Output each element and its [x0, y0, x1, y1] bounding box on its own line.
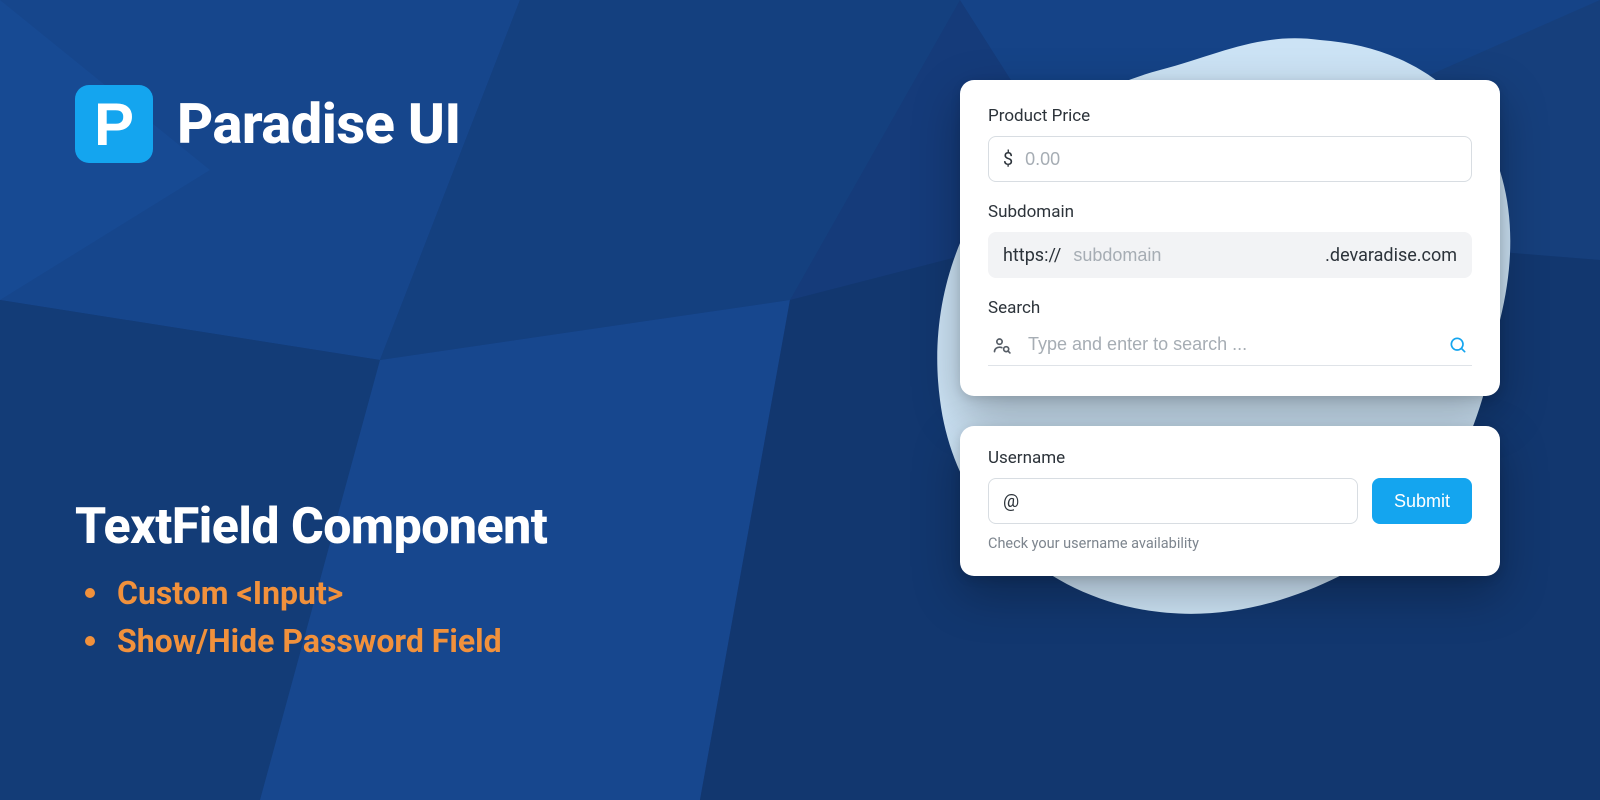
submit-button[interactable]: Submit [1372, 478, 1472, 524]
price-input[interactable] [1025, 137, 1457, 181]
dollar-icon: $ [1003, 149, 1013, 170]
feature-bullet: Custom <Input> [75, 574, 870, 612]
person-search-icon [992, 335, 1012, 355]
brand-logo-letter: P [94, 90, 134, 159]
price-label: Product Price [988, 106, 1472, 126]
feature-bullets: Custom <Input> Show/Hide Password Field [75, 574, 870, 660]
subdomain-label: Subdomain [988, 202, 1472, 222]
username-helper: Check your username availability [988, 535, 1472, 552]
subdomain-suffix: .devaradise.com [1325, 245, 1457, 266]
feature-bullet: Show/Hide Password Field [75, 622, 870, 660]
page-title: TextField Component [75, 498, 870, 556]
brand-name: Paradise UI [177, 91, 461, 157]
brand-logo-icon: P [75, 85, 153, 163]
search-input-wrap[interactable] [988, 328, 1472, 366]
username-label: Username [988, 448, 1472, 468]
subdomain-input-wrap[interactable]: https:// .devaradise.com [988, 232, 1472, 278]
subdomain-input[interactable] [1073, 233, 1313, 277]
search-input[interactable] [1028, 334, 1432, 355]
username-input-wrap[interactable]: @ [988, 478, 1358, 524]
search-icon[interactable] [1448, 335, 1468, 355]
username-card: Username @ Submit Check your username av… [960, 426, 1500, 576]
price-field: Product Price $ [988, 106, 1472, 182]
subdomain-field: Subdomain https:// .devaradise.com [988, 202, 1472, 278]
examples-card: Product Price $ Subdomain https:// .deva… [960, 80, 1500, 396]
at-icon: @ [1003, 491, 1019, 512]
username-input[interactable] [1031, 479, 1343, 523]
subdomain-prefix: https:// [1003, 245, 1061, 266]
search-field: Search [988, 298, 1472, 366]
price-input-wrap[interactable]: $ [988, 136, 1472, 182]
search-label: Search [988, 298, 1472, 318]
brand-logo-row: P Paradise UI [75, 85, 870, 163]
